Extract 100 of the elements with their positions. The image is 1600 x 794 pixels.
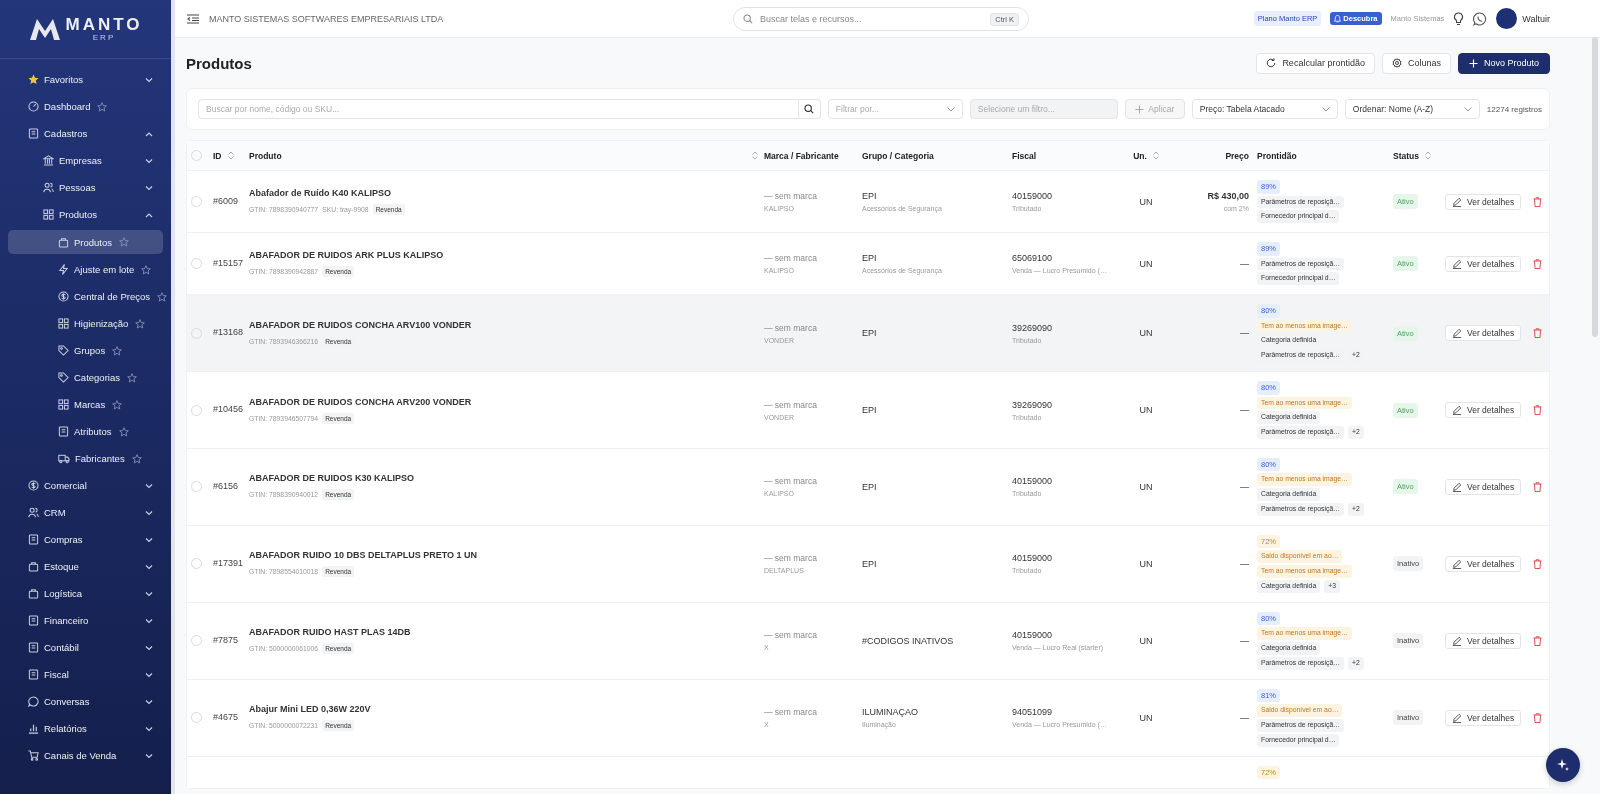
star-icon[interactable] <box>131 453 142 464</box>
nav-item[interactable]: Fiscal <box>8 661 163 688</box>
page-title: Produtos <box>186 54 252 72</box>
lightbulb-icon[interactable] <box>1453 11 1465 26</box>
sort-icon[interactable] <box>1425 151 1431 160</box>
ncm-code: 39269090 <box>1012 399 1053 410</box>
new-product-button[interactable]: Novo Produto <box>1457 52 1550 74</box>
details-button[interactable]: Ver detalhes <box>1445 193 1522 210</box>
star-icon[interactable] <box>112 399 123 410</box>
details-button[interactable]: Ver detalhes <box>1445 255 1522 272</box>
nav-item[interactable]: Contábil <box>8 634 163 661</box>
product-search-field[interactable]: Buscar por nome, código ou SKU... <box>198 99 799 119</box>
assistant-button[interactable] <box>1546 748 1580 782</box>
sort-icon[interactable] <box>752 151 758 160</box>
nav-item[interactable]: Logística <box>8 580 163 607</box>
trash-icon[interactable] <box>1533 258 1543 269</box>
recalculate-button[interactable]: Recalcular prontidão <box>1256 52 1375 74</box>
group-text: EPI <box>862 481 877 492</box>
trash-icon[interactable] <box>1533 635 1543 646</box>
pencil-icon <box>1452 481 1462 492</box>
columns-button[interactable]: Colunas <box>1381 52 1451 74</box>
nav-item[interactable]: Marcas <box>8 391 163 418</box>
star-icon[interactable] <box>97 101 108 112</box>
sort-icon[interactable] <box>227 151 234 160</box>
star-icon[interactable] <box>135 318 146 329</box>
whatsapp-icon[interactable] <box>1473 11 1488 26</box>
nav-item[interactable]: CRM <box>8 499 163 526</box>
trash-icon[interactable] <box>1533 405 1543 415</box>
star-icon[interactable] <box>126 372 137 383</box>
star-icon[interactable] <box>157 291 168 302</box>
pencil-icon <box>1452 258 1462 269</box>
trash-icon[interactable] <box>1533 196 1543 207</box>
menu-icon[interactable] <box>187 13 199 24</box>
star-icon[interactable] <box>141 264 152 275</box>
star-icon[interactable] <box>118 426 129 437</box>
details-button[interactable]: Ver detalhes <box>1445 325 1522 342</box>
nav-item[interactable]: Cadastros <box>8 120 163 147</box>
nav-item[interactable]: Higienização <box>8 310 163 337</box>
nav-item[interactable]: Financeiro <box>8 607 163 634</box>
nav-item[interactable]: Fabricantes <box>8 445 163 472</box>
ncm-code: 39269090 <box>1012 322 1053 333</box>
chevron-down-icon <box>145 725 153 732</box>
refresh-icon <box>1266 58 1277 68</box>
nav-item[interactable]: Produtos <box>8 201 163 228</box>
product-name: ABAFADOR RUIDO HAST PLAS 14DB <box>249 627 411 638</box>
nav-item[interactable]: Atributos <box>8 418 163 445</box>
product-name: ABAFADOR RUIDO 10 DBS DELTAPLUS PRETO 1 UN <box>249 550 478 561</box>
star-icon[interactable] <box>119 237 130 247</box>
details-button[interactable]: Ver detalhes <box>1445 402 1522 418</box>
ncm-code: 94051099 <box>1012 707 1053 718</box>
sort-select[interactable]: Ordenar: Nome (A-Z) <box>1344 99 1480 119</box>
nav-item[interactable]: Canais de Venda <box>8 742 163 769</box>
nav-item[interactable]: Categorias <box>8 364 163 391</box>
chevron-down-icon <box>145 184 153 191</box>
search-icon <box>804 104 815 114</box>
pencil-icon <box>1452 635 1462 646</box>
table-row[interactable] <box>187 295 1549 373</box>
plus-icon <box>1135 104 1145 114</box>
trash-icon[interactable] <box>1533 558 1543 569</box>
nav-item[interactable]: Central de Preços <box>8 283 163 310</box>
user-avatar[interactable] <box>1496 8 1518 29</box>
settings-icon <box>1391 58 1402 68</box>
nav-item[interactable]: Dashboard <box>8 93 163 120</box>
logo-subtitle: ERP <box>92 34 116 42</box>
star-icon <box>28 74 39 85</box>
trash-icon[interactable] <box>1533 712 1543 723</box>
column-header: Grupo / Categoria <box>862 150 934 161</box>
column-header[interactable]: Status <box>1393 150 1431 161</box>
product-name: ABAFADOR DE RUIDOS CONCHA ARV200 VONDER <box>249 396 472 407</box>
price-table-select[interactable]: Preço: Tabela Atacado <box>1191 99 1338 119</box>
nav-item[interactable]: Favoritos <box>8 66 163 93</box>
document-icon <box>58 426 69 437</box>
trash-icon[interactable] <box>1533 328 1543 339</box>
chevron-down-icon <box>946 106 955 112</box>
chevron-down-icon <box>1463 106 1472 112</box>
nav-item[interactable]: Compras <box>8 526 163 553</box>
details-button[interactable]: Ver detalhes <box>1445 632 1522 649</box>
nav-item[interactable]: Comercial <box>8 472 163 499</box>
user-name[interactable]: Waltuir <box>1522 13 1550 24</box>
trash-icon[interactable] <box>1533 481 1543 492</box>
nav-item[interactable]: Pessoas <box>8 174 163 201</box>
nav-item[interactable]: Conversas <box>8 688 163 715</box>
nav-item[interactable]: Ajuste em lote <box>8 256 163 283</box>
details-button[interactable]: Ver detalhes <box>1445 555 1522 572</box>
scrollbar[interactable] <box>1592 37 1598 337</box>
sort-icon[interactable] <box>1152 151 1159 160</box>
nav-item[interactable]: Empresas <box>8 147 163 174</box>
star-icon[interactable] <box>112 345 123 356</box>
search-button[interactable] <box>798 99 821 119</box>
column-header[interactable]: ID <box>213 150 234 161</box>
nav-item[interactable]: Relatórios <box>8 715 163 742</box>
nav-item[interactable]: Produtos <box>8 230 163 254</box>
brand-text: — sem marca <box>764 707 817 718</box>
details-button[interactable]: Ver detalhes <box>1445 709 1522 726</box>
logo-icon <box>28 17 63 41</box>
nav-item[interactable]: Estoque <box>8 553 163 580</box>
details-button[interactable]: Ver detalhes <box>1445 478 1522 495</box>
column-header[interactable]: Produto <box>249 150 758 161</box>
nav-item[interactable]: Grupos <box>8 337 163 364</box>
column-header[interactable]: Un. <box>1133 150 1159 161</box>
